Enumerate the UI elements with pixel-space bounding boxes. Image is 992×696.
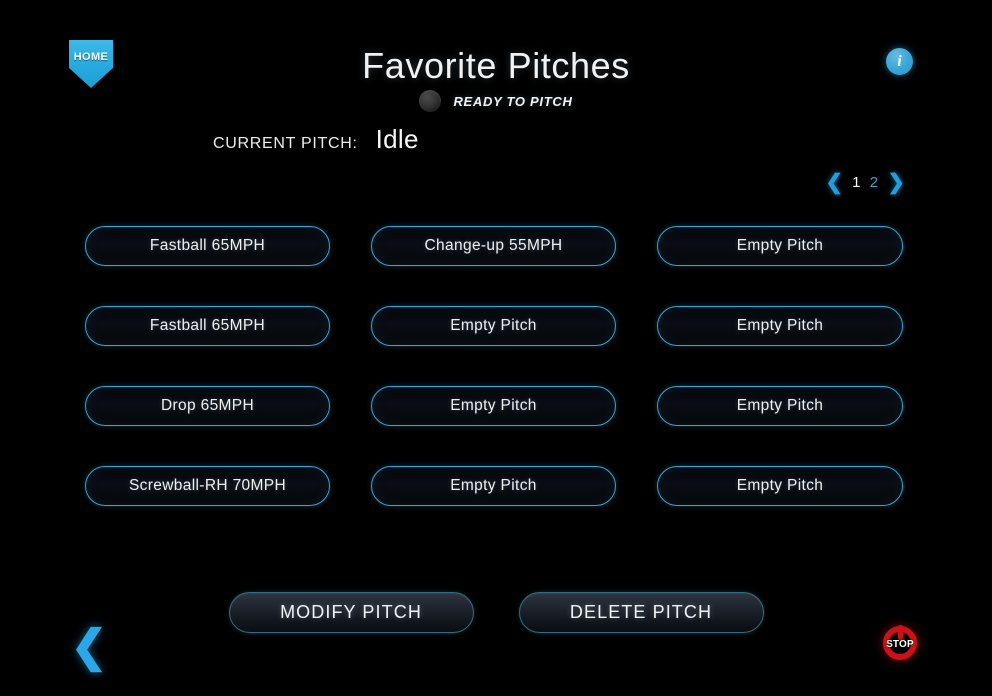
current-pitch-label: CURRENT PITCH: bbox=[213, 135, 358, 152]
power-stem-icon bbox=[898, 625, 903, 640]
status-badge: READY TO PITCH bbox=[453, 93, 573, 109]
current-pitch-value: Idle bbox=[375, 124, 419, 154]
action-row: MODIFY PITCH DELETE PITCH bbox=[0, 592, 992, 633]
pitch-slot-7[interactable]: Drop 65MPH bbox=[85, 386, 330, 426]
pitch-slot-6[interactable]: Empty Pitch bbox=[657, 306, 903, 346]
status-lamp-icon bbox=[419, 90, 442, 112]
stop-button[interactable]: STOP bbox=[880, 624, 920, 666]
current-pitch-row: CURRENT PITCH: Idle bbox=[213, 124, 419, 155]
pagination-page-1[interactable]: 1 bbox=[852, 175, 861, 190]
delete-pitch-button[interactable]: DELETE PITCH bbox=[518, 592, 764, 633]
status-row: READY TO PITCH bbox=[0, 90, 992, 112]
pitch-slot-5[interactable]: Empty Pitch bbox=[371, 306, 616, 346]
pagination-prev-icon[interactable]: ❮ bbox=[825, 172, 843, 193]
back-icon[interactable]: ❮ bbox=[68, 622, 110, 672]
pitch-slot-4[interactable]: Fastball 65MPH bbox=[85, 306, 330, 346]
pitch-slot-12[interactable]: Empty Pitch bbox=[657, 466, 903, 506]
pitch-slot-1[interactable]: Fastball 65MPH bbox=[85, 226, 330, 266]
modify-pitch-button[interactable]: MODIFY PITCH bbox=[228, 592, 474, 633]
pitch-slot-3[interactable]: Empty Pitch bbox=[657, 226, 903, 266]
pitch-slot-2[interactable]: Change-up 55MPH bbox=[371, 226, 616, 266]
page-title: Favorite Pitches bbox=[362, 45, 630, 86]
stop-button-label: STOP bbox=[886, 639, 914, 650]
pitch-slot-9[interactable]: Empty Pitch bbox=[657, 386, 903, 426]
pagination: ❮ 1 2 ❯ bbox=[825, 172, 905, 193]
pagination-next-icon[interactable]: ❯ bbox=[887, 172, 905, 193]
pitch-slot-8[interactable]: Empty Pitch bbox=[371, 386, 616, 426]
pitch-slot-11[interactable]: Empty Pitch bbox=[371, 466, 616, 506]
info-icon[interactable]: i bbox=[886, 48, 913, 75]
pitch-grid: Fastball 65MPH Change-up 55MPH Empty Pit… bbox=[85, 226, 903, 506]
info-glyph: i bbox=[897, 52, 902, 70]
pagination-page-2[interactable]: 2 bbox=[870, 175, 879, 190]
pitch-slot-10[interactable]: Screwball-RH 70MPH bbox=[85, 466, 330, 506]
